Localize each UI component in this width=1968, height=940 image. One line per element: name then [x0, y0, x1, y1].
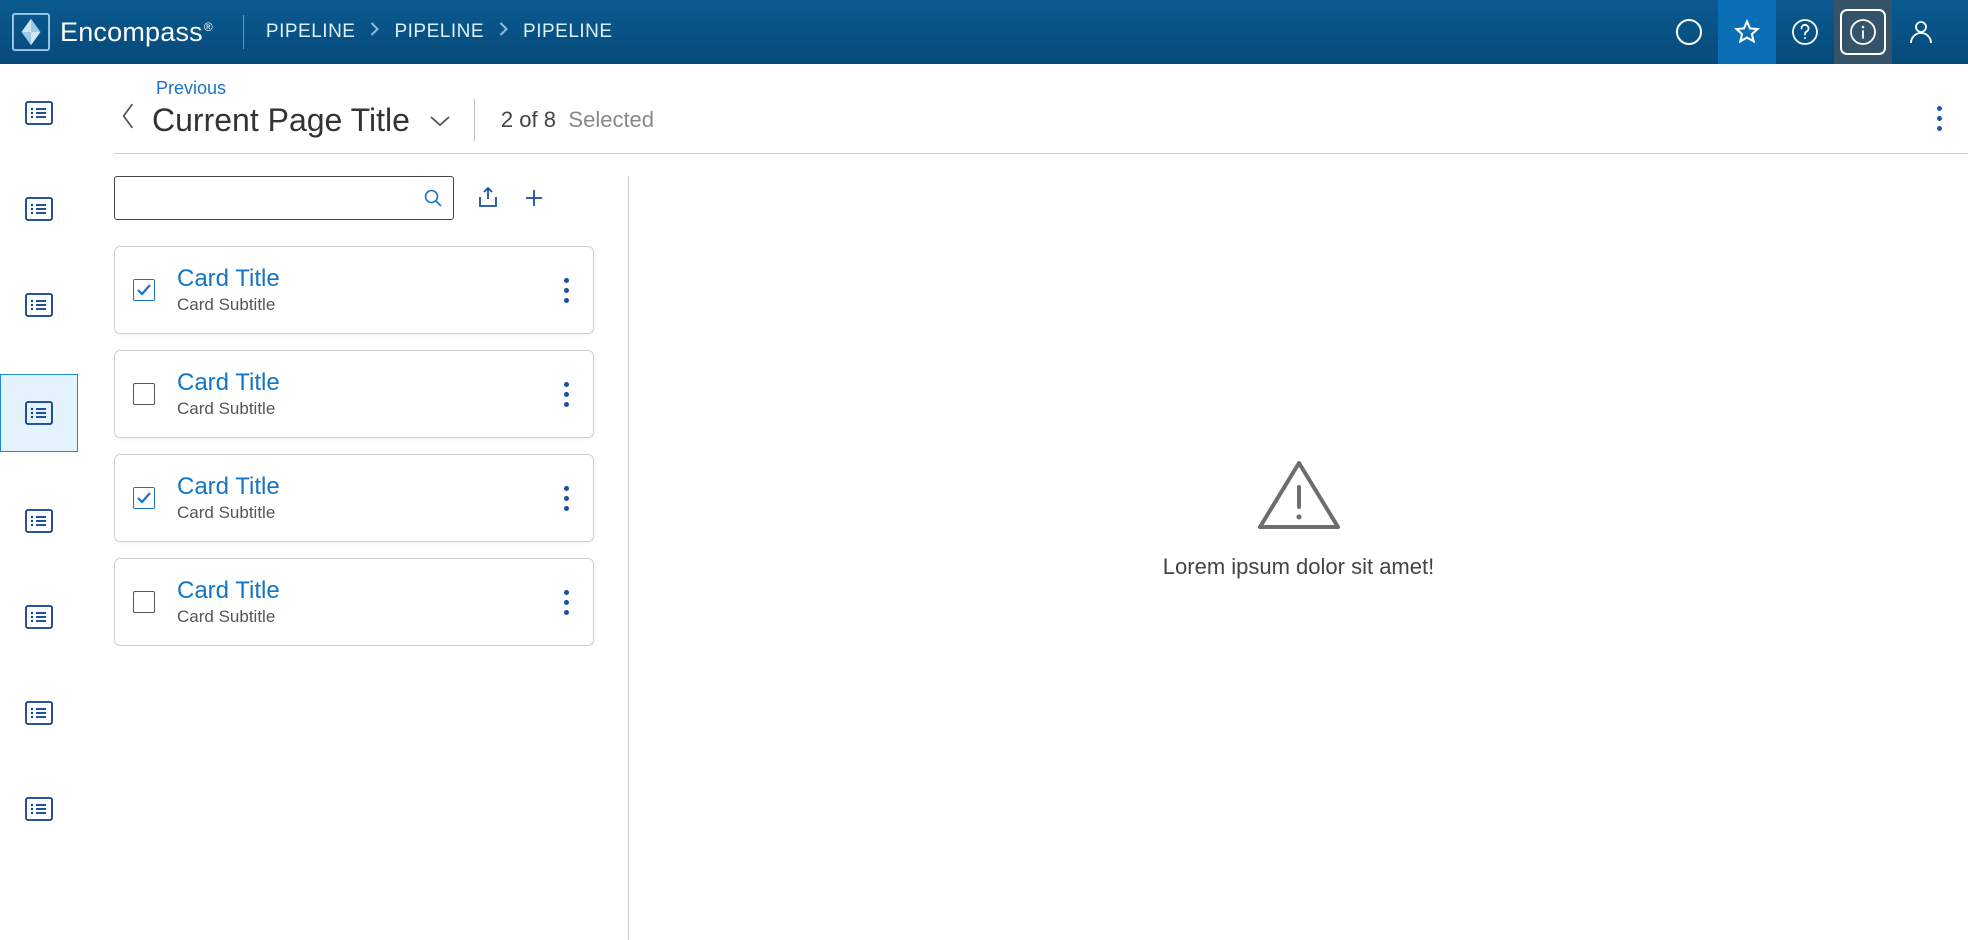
list-card[interactable]: Card Title Card Subtitle [114, 454, 594, 542]
list-icon [24, 100, 54, 126]
card-title: Card Title [177, 369, 538, 397]
breadcrumb-item[interactable]: PIPELINE [394, 21, 484, 43]
nav-rail-item[interactable] [0, 590, 78, 644]
page-title: Current Page Title [152, 102, 410, 139]
list-icon [24, 796, 54, 822]
divider [243, 15, 244, 49]
nav-rail-item[interactable] [0, 86, 78, 140]
left-nav-rail [0, 64, 78, 940]
search-icon[interactable] [423, 188, 443, 208]
detail-panel: Lorem ipsum dolor sit amet! [629, 176, 1968, 940]
list-card[interactable]: Card Title Card Subtitle [114, 350, 594, 438]
card-body: Card Title Card Subtitle [177, 577, 538, 627]
card-title: Card Title [177, 265, 538, 293]
list-icon [24, 508, 54, 534]
page-actions-menu-button[interactable] [1931, 96, 1948, 141]
page-header: Previous Current Page Title 2 of 8 Selec… [114, 64, 1968, 154]
chevron-right-icon [498, 21, 509, 43]
brand-logo-icon [12, 13, 50, 51]
search-input[interactable] [125, 177, 423, 219]
detail-message: Lorem ipsum dolor sit amet! [1163, 554, 1434, 580]
card-body: Card Title Card Subtitle [177, 369, 538, 419]
chevron-right-icon [369, 21, 380, 43]
list-card[interactable]: Card Title Card Subtitle [114, 246, 594, 334]
status-circle-icon[interactable] [1660, 0, 1718, 64]
list-panel: Card Title Card Subtitle Card Title Card… [114, 176, 628, 940]
list-icon [24, 700, 54, 726]
card-actions-menu-button[interactable] [560, 482, 573, 515]
user-profile-button[interactable] [1892, 0, 1950, 64]
card-body: Card Title Card Subtitle [177, 265, 538, 315]
info-button[interactable] [1834, 0, 1892, 64]
help-button[interactable] [1776, 0, 1834, 64]
card-checkbox[interactable] [133, 383, 155, 405]
card-title: Card Title [177, 473, 538, 501]
search-field[interactable] [114, 176, 454, 220]
brand-name: Encompass® [60, 17, 213, 48]
card-subtitle: Card Subtitle [177, 607, 538, 627]
selection-count: 2 of 8 Selected [501, 107, 654, 133]
warning-icon [1254, 457, 1344, 540]
nav-rail-item[interactable] [0, 182, 78, 236]
card-checkbox[interactable] [133, 591, 155, 613]
nav-rail-item[interactable] [0, 686, 78, 740]
brand-block: Encompass® [12, 13, 213, 51]
breadcrumb-item[interactable]: PIPELINE [266, 21, 356, 43]
favorite-button[interactable] [1718, 0, 1776, 64]
add-button[interactable] [522, 186, 546, 210]
nav-rail-item[interactable] [0, 374, 78, 452]
breadcrumb: PIPELINE PIPELINE PIPELINE [266, 21, 613, 43]
breadcrumb-item[interactable]: PIPELINE [523, 21, 613, 43]
card-subtitle: Card Subtitle [177, 295, 538, 315]
list-icon [24, 604, 54, 630]
card-actions-menu-button[interactable] [560, 274, 573, 307]
card-title: Card Title [177, 577, 538, 605]
list-icon [24, 196, 54, 222]
card-actions-menu-button[interactable] [560, 586, 573, 619]
export-button[interactable] [474, 184, 502, 212]
title-dropdown-button[interactable] [428, 108, 452, 133]
list-icon [24, 292, 54, 318]
main-content: Previous Current Page Title 2 of 8 Selec… [78, 64, 1968, 940]
previous-link[interactable]: Previous [156, 78, 654, 99]
card-actions-menu-button[interactable] [560, 378, 573, 411]
nav-rail-item[interactable] [0, 782, 78, 836]
topbar-actions [1660, 0, 1950, 64]
card-subtitle: Card Subtitle [177, 503, 538, 523]
top-bar: Encompass® PIPELINE PIPELINE PIPELINE [0, 0, 1968, 64]
card-list: Card Title Card Subtitle Card Title Card… [114, 246, 598, 646]
nav-rail-item[interactable] [0, 278, 78, 332]
card-checkbox[interactable] [133, 279, 155, 301]
back-button[interactable] [114, 90, 142, 130]
list-card[interactable]: Card Title Card Subtitle [114, 558, 594, 646]
list-icon [24, 400, 54, 426]
nav-rail-item[interactable] [0, 494, 78, 548]
card-checkbox[interactable] [133, 487, 155, 509]
card-body: Card Title Card Subtitle [177, 473, 538, 523]
divider [474, 99, 475, 141]
card-subtitle: Card Subtitle [177, 399, 538, 419]
